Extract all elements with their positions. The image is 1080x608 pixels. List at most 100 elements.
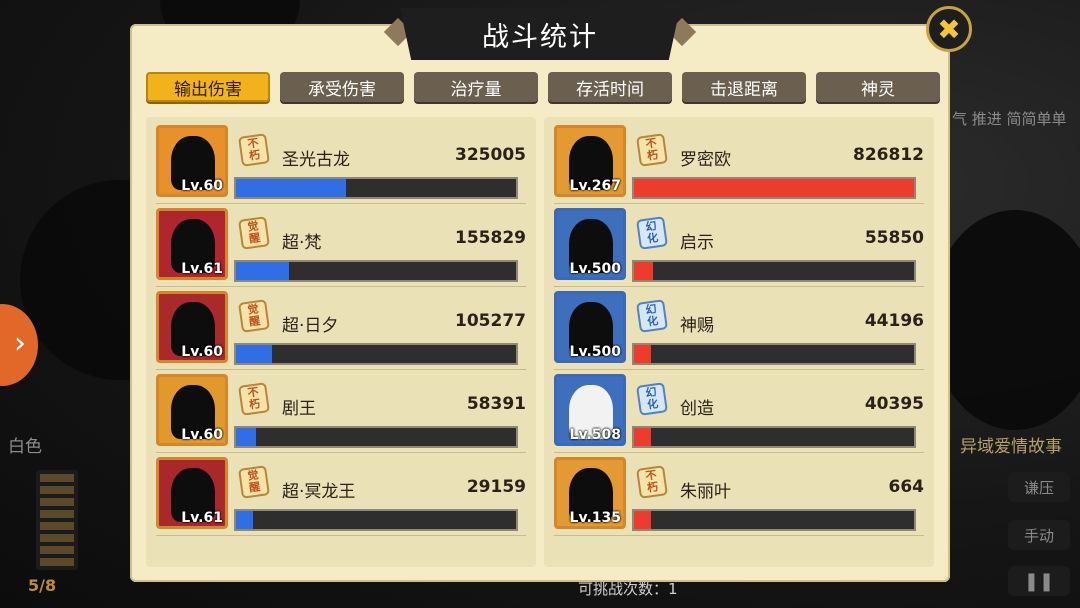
hero-portrait: Lv.500 (554, 291, 626, 363)
hero-level: Lv.135 (569, 510, 621, 526)
row-divider (156, 535, 526, 536)
damage-bar (234, 509, 518, 531)
hero-row[interactable]: Lv.61 觉醒 超·冥龙王 29159 (156, 453, 526, 536)
hero-damage-value: 826812 (853, 145, 924, 165)
damage-bar (234, 426, 518, 448)
background-top-text: 气 推进 简简单单 (952, 110, 1067, 128)
damage-bar-fill (634, 262, 654, 280)
hero-level: Lv.60 (181, 344, 223, 360)
tab-healing[interactable]: 治疗量 (414, 72, 538, 102)
tab-damage-taken[interactable]: 承受伤害 (280, 72, 404, 102)
hero-row[interactable]: Lv.135 不朽 朱丽叶 664 (554, 453, 925, 536)
panel-title-banner: 战斗统计 (383, 8, 697, 62)
damage-bar-fill (236, 262, 289, 280)
immortal-badge-icon: 不朽 (238, 382, 270, 416)
energy-gauge (36, 470, 78, 570)
close-x-icon: ✖ (937, 12, 961, 46)
hero-level: Lv.60 (181, 178, 223, 194)
hero-portrait: Lv.135 (554, 457, 626, 529)
hero-row[interactable]: Lv.500 幻化 神赐 44196 (554, 287, 924, 370)
damage-bar (632, 509, 916, 531)
damage-bar (234, 177, 518, 199)
damage-bar-fill (236, 179, 347, 197)
hero-damage-value: 58391 (466, 394, 526, 414)
auto-button[interactable]: 谦压 (1008, 472, 1070, 502)
hero-name: 启示 (680, 233, 714, 253)
pause-icon: ❚❚ (1023, 570, 1055, 592)
damage-bar-fill (236, 345, 272, 363)
hero-damage-value: 155829 (455, 228, 526, 248)
hero-damage-value: 55850 (864, 228, 924, 248)
damage-bar (234, 343, 518, 365)
left-team-list: Lv.60 不朽 圣光古龙 325005 Lv.61 觉醒 超·梵 155829… (146, 117, 536, 567)
hero-portrait: Lv.61 (156, 457, 228, 529)
tab-knockback-distance[interactable]: 击退距离 (682, 72, 806, 102)
tab-survival-time[interactable]: 存活时间 (548, 72, 672, 102)
hero-name: 超·冥龙王 (282, 482, 356, 502)
hero-portrait: Lv.60 (156, 125, 228, 197)
hero-damage-value: 325005 (455, 145, 526, 165)
immortal-badge-icon: 不朽 (636, 133, 668, 167)
hero-portrait: Lv.61 (156, 208, 228, 280)
hero-portrait: Lv.500 (554, 208, 626, 280)
hero-row[interactable]: Lv.500 幻化 启示 55850 (554, 204, 924, 287)
damage-bar (234, 260, 518, 282)
immortal-badge-icon: 不朽 (238, 133, 270, 167)
hero-row[interactable]: Lv.61 觉醒 超·梵 155829 (156, 204, 526, 287)
damage-bar (632, 343, 916, 365)
manual-button[interactable]: 手动 (1008, 520, 1070, 550)
awakened-badge-icon: 觉醒 (238, 465, 270, 499)
damage-bar-fill (634, 345, 651, 363)
right-team-list: Lv.267 不朽 罗密欧 826812 Lv.500 幻化 启示 55850 … (544, 117, 934, 567)
hero-level: Lv.61 (181, 261, 223, 277)
hero-row[interactable]: Lv.60 不朽 圣光古龙 325005 (156, 121, 526, 204)
tab-deity[interactable]: 神灵 (816, 72, 940, 102)
damage-bar-fill (634, 428, 651, 446)
hero-portrait: Lv.508 (554, 374, 626, 446)
hero-level: Lv.60 (181, 427, 223, 443)
damage-bar (632, 426, 916, 448)
damage-bar (632, 177, 916, 199)
tab-damage-dealt[interactable]: 输出伤害 (146, 72, 270, 102)
left-team-label: 白色 (8, 437, 42, 457)
hero-name: 剧王 (282, 399, 316, 419)
awakened-badge-icon: 觉醒 (238, 216, 270, 250)
hero-name: 圣光古龙 (282, 150, 350, 170)
hero-portrait: Lv.60 (156, 291, 228, 363)
pause-button[interactable]: ❚❚ (1008, 566, 1070, 596)
hero-damage-value: 105277 (455, 311, 526, 331)
immortal-badge-icon: 不朽 (636, 465, 668, 499)
damage-bar-fill (634, 511, 651, 529)
transformed-badge-icon: 幻化 (636, 216, 668, 250)
transformed-badge-icon: 幻化 (636, 299, 668, 333)
hero-level: Lv.61 (181, 510, 223, 526)
hero-row[interactable]: Lv.508 幻化 创造 40395 (554, 370, 924, 453)
close-button[interactable]: ✖ (926, 6, 972, 52)
hero-level: Lv.508 (569, 427, 621, 443)
hero-name: 罗密欧 (680, 150, 731, 170)
damage-bar-fill (236, 428, 256, 446)
stat-tabs: 输出伤害 承受伤害 治疗量 存活时间 击退距离 神灵 (146, 72, 940, 102)
transformed-badge-icon: 幻化 (636, 382, 668, 416)
hero-level: Lv.500 (569, 261, 621, 277)
hero-portrait: Lv.267 (554, 125, 626, 197)
hero-name: 神赐 (680, 316, 714, 336)
damage-bar-fill (634, 179, 914, 197)
hero-name: 创造 (680, 399, 714, 419)
hero-row[interactable]: Lv.60 觉醒 超·日夕 105277 (156, 287, 526, 370)
hero-damage-value: 40395 (864, 394, 924, 414)
hero-damage-value: 44196 (864, 311, 924, 331)
damage-bar (632, 260, 916, 282)
hero-name: 朱丽叶 (680, 482, 731, 502)
hero-portrait: Lv.60 (156, 374, 228, 446)
panel-title: 战斗统计 (482, 21, 598, 53)
background-creature (930, 210, 1080, 430)
row-divider (554, 535, 924, 536)
chevron-right-icon: › (14, 326, 26, 361)
hero-row[interactable]: Lv.267 不朽 罗密欧 826812 (554, 121, 924, 204)
hero-level: Lv.267 (569, 178, 621, 194)
hero-damage-value: 664 (888, 477, 925, 497)
hero-row[interactable]: Lv.60 不朽 剧王 58391 (156, 370, 526, 453)
hero-damage-value: 29159 (466, 477, 526, 497)
damage-bar-fill (236, 511, 253, 529)
